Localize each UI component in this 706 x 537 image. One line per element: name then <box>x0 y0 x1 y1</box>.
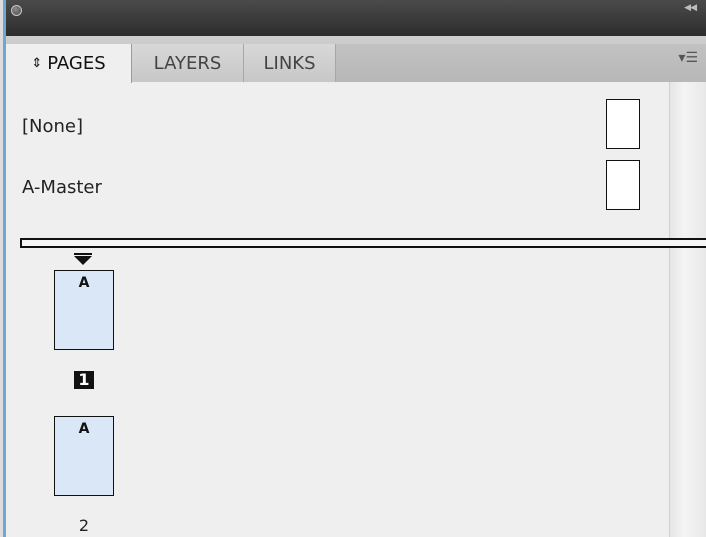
collapse-arrows-icon[interactable]: ◀◀ <box>684 3 697 13</box>
close-icon[interactable] <box>11 5 22 16</box>
section-divider[interactable] <box>20 238 706 248</box>
master-thumbnail[interactable] <box>606 99 640 149</box>
page-master-prefix: A <box>78 275 90 291</box>
master-thumbnail[interactable] <box>606 160 640 210</box>
pages-panel: ◀◀ ⇕ PAGES LAYERS LINKS ▾☰ [None] A-Mast… <box>3 0 706 537</box>
master-item-none[interactable]: [None] <box>22 96 652 156</box>
tab-links[interactable]: LINKS <box>244 44 336 82</box>
tab-bar-filler <box>336 44 706 82</box>
panel-title-bar[interactable]: ◀◀ <box>6 0 706 37</box>
tab-pages[interactable]: ⇕ PAGES <box>6 44 132 83</box>
tab-layers[interactable]: LAYERS <box>132 44 244 82</box>
page-number-label: 1 <box>74 371 94 389</box>
page-thumbnail[interactable]: A <box>54 416 114 496</box>
page-number-label: 2 <box>78 516 90 535</box>
page-item-1[interactable]: A 1 <box>54 253 114 389</box>
spread-marker-icon <box>74 256 92 265</box>
tab-links-label: LINKS <box>263 52 316 74</box>
master-label: [None] <box>22 115 84 137</box>
page-item-2[interactable]: A 2 <box>54 416 114 535</box>
page-number: 1 <box>54 370 114 389</box>
sort-up-down-icon: ⇕ <box>31 56 43 71</box>
page-thumbnail[interactable]: A <box>54 270 114 350</box>
page-number: 2 <box>54 516 114 535</box>
master-item-a-master[interactable]: A-Master <box>22 157 652 217</box>
master-label: A-Master <box>22 176 102 198</box>
tab-layers-label: LAYERS <box>153 52 222 74</box>
panel-menu-icon[interactable]: ▾☰ <box>678 50 698 66</box>
scrollbar[interactable] <box>669 82 706 537</box>
tab-pages-label: PAGES <box>47 53 106 74</box>
page-master-prefix: A <box>78 421 90 437</box>
tab-bar: ⇕ PAGES LAYERS LINKS ▾☰ <box>6 36 706 83</box>
spread-marker-line <box>74 253 92 255</box>
